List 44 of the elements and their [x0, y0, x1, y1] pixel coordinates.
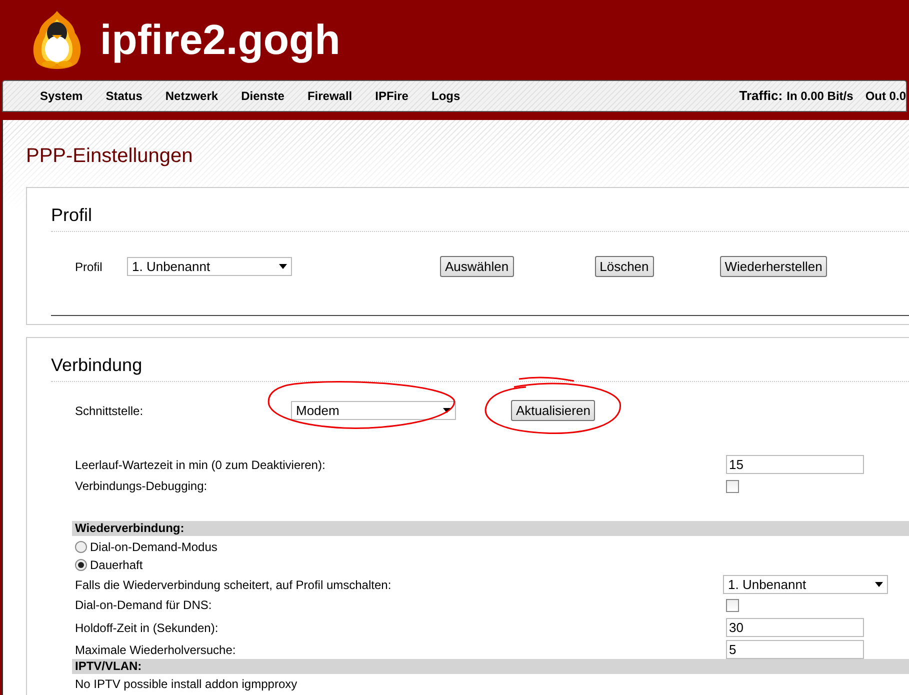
- page-title: PPP-Einstellungen: [26, 144, 194, 165]
- form-button[interactable]: Löschen: [594, 256, 654, 277]
- traffic-out: Out 0.0: [865, 88, 906, 105]
- nav-menu-item[interactable]: Dienste: [241, 87, 284, 105]
- input-field[interactable]: 5: [726, 640, 864, 659]
- radio-button[interactable]: [75, 541, 87, 553]
- nav-menu-item[interactable]: Status: [106, 87, 142, 105]
- nav-menu-item[interactable]: IPFire: [375, 87, 408, 105]
- field-label: Leerlauf-Wartezeit in min (0 zum Deaktivieren):: [75, 456, 326, 474]
- nav-menu-item[interactable]: Firewall: [307, 87, 352, 105]
- form-button[interactable]: Auswählen: [440, 256, 514, 277]
- field-label: Verbindungs-Debugging:: [75, 478, 208, 495]
- field-label: Maximale Wiederholversuche:: [75, 642, 237, 658]
- profile-select[interactable]: 1. Unbenannt: [127, 257, 292, 276]
- section-title: Verbindung: [51, 352, 909, 382]
- radio-button[interactable]: [75, 559, 87, 571]
- radio-label: Dauerhaft: [90, 557, 143, 574]
- traffic-label: Traffic:: [739, 87, 783, 106]
- group-heading: Wiederverbindung:: [72, 521, 909, 536]
- section-title: Profil: [51, 202, 909, 232]
- checkbox[interactable]: [726, 480, 739, 492]
- fallback-profile-select[interactable]: 1. Unbenannt: [723, 575, 888, 594]
- dropdown-arrow-icon: [875, 582, 883, 587]
- field-label: Profil: [75, 258, 104, 276]
- field-label: Dial-on-Demand für DNS:: [75, 597, 213, 614]
- input-field[interactable]: 30: [726, 618, 864, 637]
- nav-menu-item[interactable]: Netzwerk: [165, 87, 218, 105]
- info-text: No IPTV possible install addon igmpproxy: [75, 676, 298, 693]
- form-button[interactable]: Aktualisieren: [511, 400, 596, 421]
- checkbox[interactable]: [726, 598, 739, 612]
- radio-label: Dial-on-Demand-Modus: [90, 539, 218, 556]
- interface-select[interactable]: Modem: [291, 401, 456, 420]
- group-heading: IPTV/VLAN:: [72, 659, 909, 674]
- field-label: Falls die Wiederverbindung scheitert, auf Profil umschalten:: [75, 576, 392, 594]
- nav-menu-item[interactable]: System: [40, 87, 83, 105]
- site-title: ipfire2.gogh: [100, 19, 340, 61]
- form-button[interactable]: Wiederherstellen: [720, 256, 828, 277]
- dropdown-arrow-icon: [443, 408, 451, 413]
- input-field[interactable]: 15: [726, 455, 864, 474]
- field-label: Holdoff-Zeit in (Sekunden):: [75, 620, 220, 636]
- dropdown-arrow-icon: [279, 264, 287, 269]
- field-label: Schnittstelle:: [75, 402, 144, 420]
- nav-menu-item[interactable]: Logs: [431, 87, 460, 105]
- traffic-in: In 0.00 Bit/s: [786, 88, 854, 105]
